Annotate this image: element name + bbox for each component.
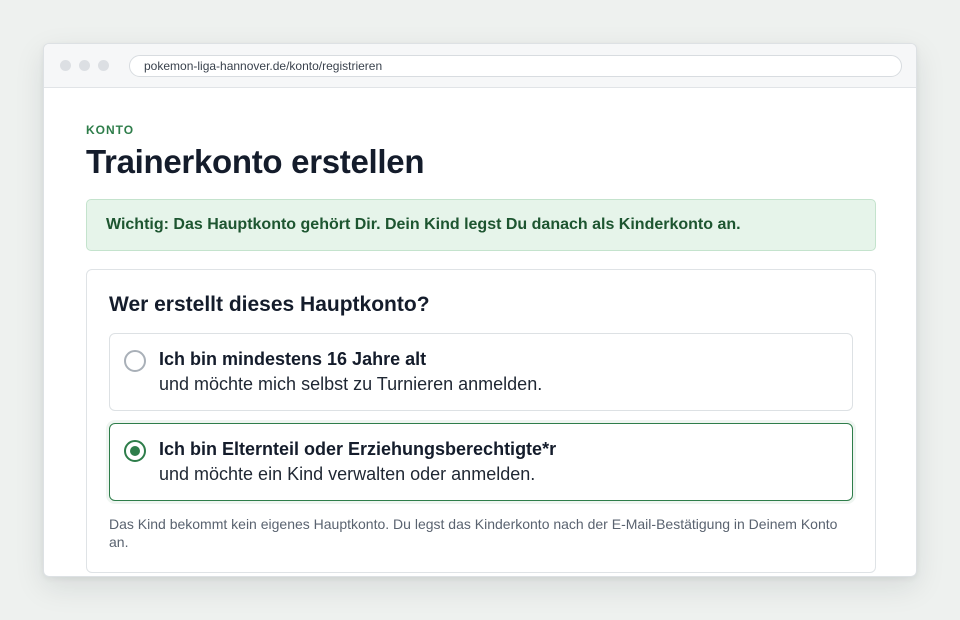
option-self-16-plus[interactable]: Ich bin mindestens 16 Jahre alt und möch… — [109, 333, 853, 411]
helper-text: Das Kind bekommt kein eigenes Hauptkonto… — [109, 516, 838, 550]
account-type-card: Wer erstellt dieses Hauptkonto? Ich bin … — [86, 269, 876, 573]
option-title: Ich bin mindestens 16 Jahre alt — [159, 349, 427, 369]
page-title: Trainerkonto erstellen — [86, 143, 425, 180]
page-content: KONTO Trainerkonto erstellen Wichtig: Da… — [44, 89, 916, 576]
option-subtitle: und möchte ein Kind verwalten oder anmel… — [159, 464, 536, 484]
radio-selected-icon[interactable] — [124, 440, 146, 462]
option-subtitle: und möchte mich selbst zu Turnieren anme… — [159, 374, 543, 394]
window-close-dot-icon[interactable] — [60, 60, 71, 71]
browser-window: pokemon-liga-hannover.de/konto/registrie… — [43, 43, 917, 577]
window-maximize-dot-icon[interactable] — [98, 60, 109, 71]
card-title: Wer erstellt dieses Hauptkonto? — [109, 293, 430, 316]
address-bar[interactable]: pokemon-liga-hannover.de/konto/registrie… — [129, 55, 902, 77]
section-eyebrow: KONTO — [86, 123, 135, 137]
option-parent-guardian[interactable]: Ich bin Elternteil oder Erziehungsberech… — [109, 423, 853, 501]
browser-toolbar: pokemon-liga-hannover.de/konto/registrie… — [44, 44, 916, 88]
option-title: Ich bin Elternteil oder Erziehungsberech… — [159, 439, 557, 459]
info-notice: Wichtig: Das Hauptkonto gehört Dir. Dein… — [86, 199, 876, 251]
radio-unselected-icon[interactable] — [124, 350, 146, 372]
radio-dot-icon — [130, 446, 140, 456]
window-minimize-dot-icon[interactable] — [79, 60, 90, 71]
